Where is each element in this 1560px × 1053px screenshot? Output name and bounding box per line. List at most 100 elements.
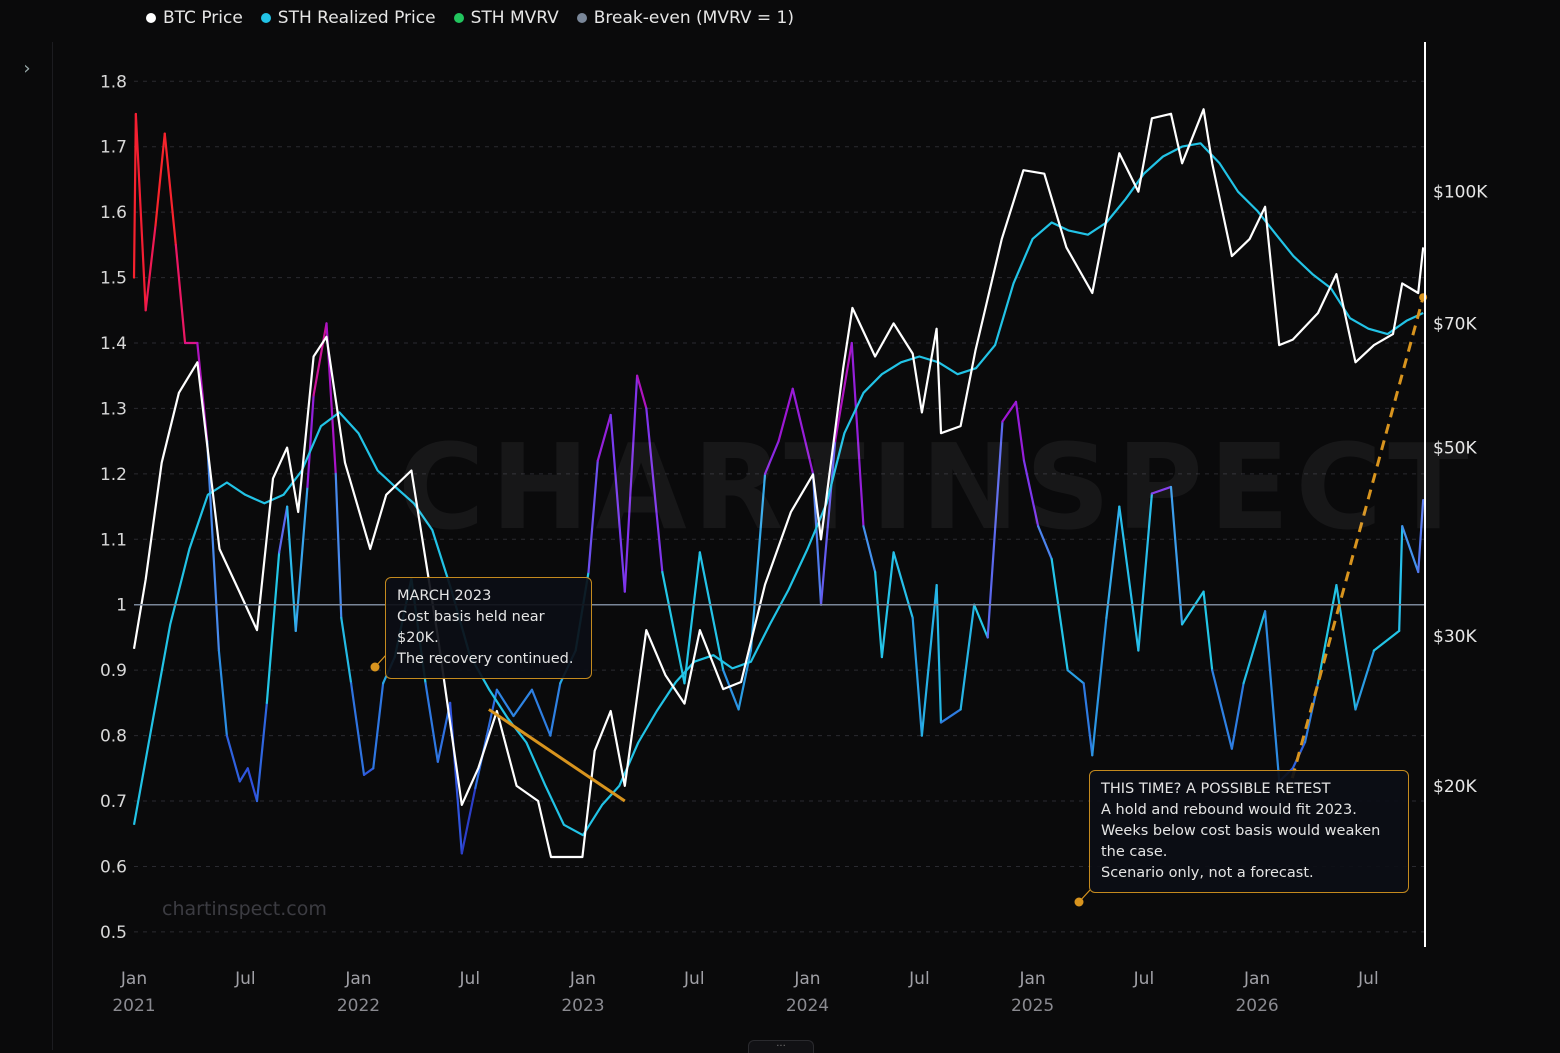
annotation-title: MARCH 2023	[397, 588, 492, 604]
left-tick-label: 1.3	[100, 399, 127, 419]
sth-mvrv-segment	[1263, 610, 1281, 783]
annotation-possible-retest: THIS TIME? A POSSIBLE RETEST A hold and …	[1089, 770, 1409, 893]
left-tick-label: 0.9	[100, 661, 127, 681]
annotation-leader-line	[1078, 889, 1091, 903]
sth-mvrv-segment	[1354, 649, 1376, 711]
sth-mvrv-segment	[1082, 682, 1094, 757]
right-tick-label: $70K	[1433, 314, 1477, 334]
sth-mvrv-segment	[163, 132, 177, 246]
x-tick-year-label: 2025	[1011, 996, 1054, 1016]
sth-mvrv-segment	[225, 734, 241, 783]
legend-label: Break-even (MVRV = 1)	[593, 8, 794, 28]
sth-mvrv-segment	[312, 322, 328, 397]
resize-handle[interactable]: ···	[748, 1040, 814, 1053]
x-tick-label: Jan	[569, 969, 596, 989]
left-tick-label: 1.2	[100, 465, 127, 485]
x-tick-label: Jan	[120, 969, 147, 989]
right-tick-label: $30K	[1433, 627, 1477, 647]
left-tick-label: 1	[116, 596, 127, 616]
legend-label: BTC Price	[163, 8, 243, 28]
annotation-line: Weeks below cost basis would weaken the …	[1101, 823, 1381, 860]
x-tick-year-label: 2026	[1235, 996, 1278, 1016]
x-tick-year-label: 2021	[112, 996, 155, 1016]
sth-mvrv-segment	[286, 505, 297, 633]
sth-mvrv-segment	[174, 243, 187, 345]
left-tick-label: 0.6	[100, 857, 127, 877]
x-tick-label: Jul	[908, 969, 930, 989]
left-tick-label: 1.7	[100, 138, 127, 158]
x-tick-label: Jul	[1133, 969, 1155, 989]
sth-mvrv-segment	[939, 708, 962, 724]
x-tick-year-label: 2022	[337, 996, 380, 1016]
left-tick-label: 0.7	[100, 792, 127, 812]
sth-mvrv-segment	[1372, 629, 1401, 652]
sth-mvrv-segment	[512, 688, 534, 718]
x-tick-label: Jan	[344, 969, 371, 989]
left-tick-label: 1.5	[100, 269, 127, 289]
annotation-line: A hold and rebound would fit 2023.	[1101, 802, 1357, 818]
sth-mvrv-segment	[132, 112, 137, 279]
annotation-line: Scenario only, not a forecast.	[1101, 865, 1314, 881]
legend-dot-icon	[576, 13, 587, 23]
sth-mvrv-segment	[661, 570, 686, 685]
sth-mvrv-segment	[1335, 584, 1357, 711]
sth-mvrv-segment	[278, 505, 289, 554]
sth-mvrv-segment	[911, 616, 923, 737]
sth-mvrv-segment	[1316, 584, 1338, 685]
legend-dot-icon	[453, 13, 464, 23]
sth-mvrv-segment	[495, 688, 515, 718]
sth-mvrv-segment	[892, 551, 914, 619]
legend-dot-icon	[146, 13, 156, 23]
sth-mvrv-segment	[737, 649, 752, 711]
sth-mvrv-segment	[154, 132, 166, 227]
sth-mvrv-segment	[698, 551, 725, 672]
left-tick-label: 0.5	[100, 923, 127, 943]
legend: BTC Price STH Realized Price STH MVRV Br…	[146, 6, 794, 30]
sth-mvrv-segment	[1091, 616, 1108, 757]
sth-mvrv-segment	[959, 603, 976, 711]
legend-item-sth-realized-price[interactable]: STH Realized Price	[260, 6, 436, 30]
sth-mvrv-segment	[920, 584, 938, 737]
sth-mvrv-segment	[144, 224, 157, 312]
x-tick-year-label: 2023	[561, 996, 604, 1016]
legend-item-sth-mvrv[interactable]: STH MVRV	[453, 6, 559, 30]
left-tick-label: 1.6	[100, 203, 127, 223]
sth-mvrv-segment	[217, 649, 228, 737]
sth-mvrv-segment	[334, 472, 343, 619]
x-tick-year-label: 2024	[786, 996, 829, 1016]
sth-mvrv-segment	[1230, 682, 1245, 750]
legend-label: STH MVRV	[470, 8, 559, 28]
sth-mvrv-segment	[246, 767, 259, 803]
sth-mvrv-segment	[1242, 610, 1267, 685]
x-tick-label: Jul	[459, 969, 481, 989]
legend-dot-icon	[260, 13, 271, 23]
sth-mvrv-segment	[874, 570, 884, 659]
sth-mvrv-segment	[973, 603, 989, 639]
left-tick-label: 1.4	[100, 334, 127, 354]
sth-mvrv-segment	[362, 767, 375, 776]
sth-mvrv-segment	[206, 440, 220, 652]
sth-mvrv-segment	[1202, 590, 1214, 672]
expand-sidebar-chevron-icon[interactable]: ›	[16, 58, 38, 80]
x-tick-label: Jul	[1357, 969, 1379, 989]
sth-mvrv-segment	[474, 688, 498, 790]
x-tick-label: Jan	[1243, 969, 1270, 989]
sth-mvrv-segment	[549, 682, 562, 737]
sth-mvrv-segment	[350, 682, 366, 776]
annotation-march-2023: MARCH 2023 Cost basis held near $20K. Th…	[385, 577, 592, 679]
sth-mvrv-segment	[1211, 669, 1233, 750]
x-tick-label: Jan	[793, 969, 820, 989]
sth-mvrv-segment	[636, 374, 648, 410]
annotation-line: Cost basis held near $20K.	[397, 609, 545, 646]
legend-item-break-even[interactable]: Break-even (MVRV = 1)	[576, 6, 794, 30]
sth-mvrv-segment	[935, 584, 943, 724]
right-tick-label: $20K	[1433, 777, 1477, 797]
left-tick-label: 0.8	[100, 727, 127, 747]
x-tick-label: Jul	[683, 969, 705, 989]
legend-item-btc-price[interactable]: BTC Price	[146, 6, 243, 30]
left-panel-divider	[52, 42, 53, 1050]
right-tick-label: $100K	[1433, 183, 1488, 203]
sth-mvrv-segment	[372, 682, 385, 770]
left-tick-label: 1.8	[100, 72, 127, 92]
x-tick-label: Jan	[1018, 969, 1045, 989]
